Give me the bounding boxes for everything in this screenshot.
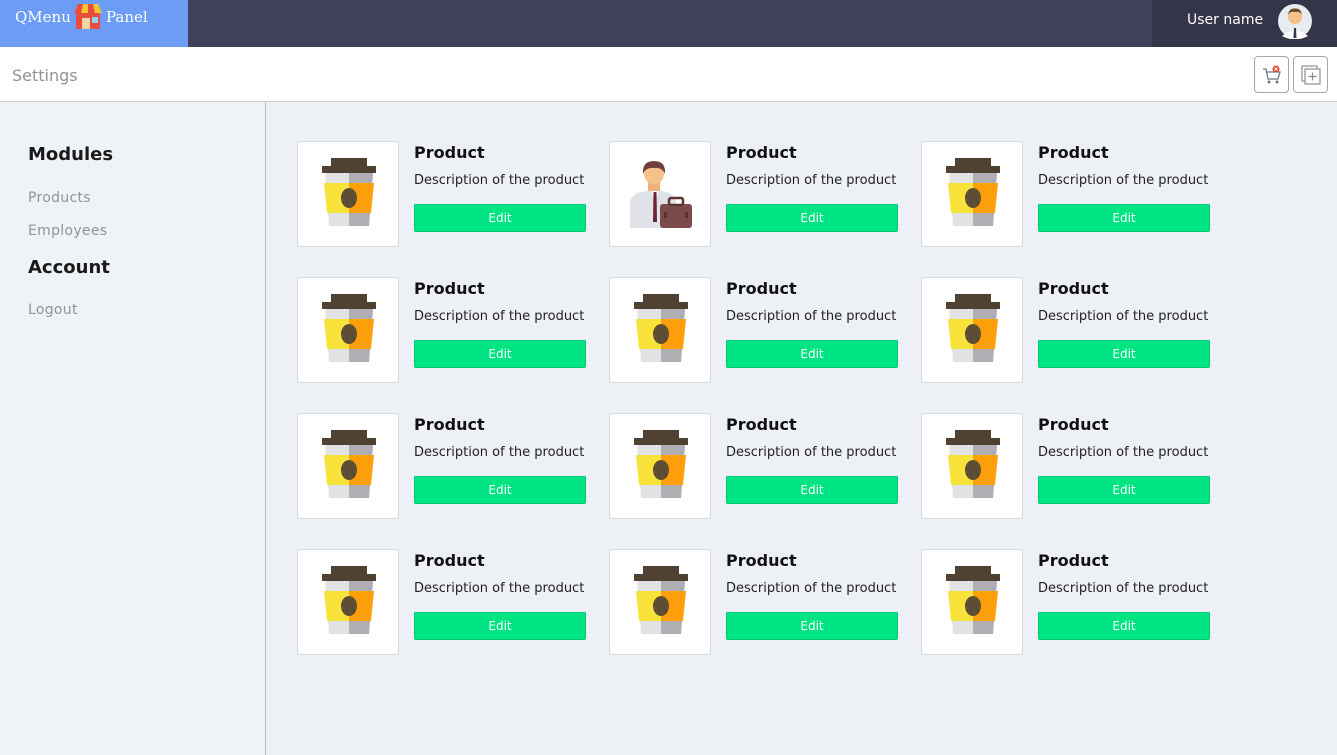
coffee-cup-icon	[322, 430, 376, 498]
product-title: Product	[414, 415, 485, 434]
product-image	[921, 413, 1023, 519]
product-title: Product	[726, 551, 797, 570]
sidebar: Modules Products Employees Account Logou…	[0, 102, 266, 755]
product-image	[921, 141, 1023, 247]
shop-icon	[73, 1, 103, 35]
brand-word-1: QMenu	[15, 8, 71, 26]
product-title: Product	[726, 415, 797, 434]
product-title: Product	[1038, 279, 1109, 298]
product-card: Product Description of the product Edit	[297, 141, 586, 247]
product-image	[609, 141, 711, 247]
edit-button[interactable]: Edit	[726, 340, 898, 368]
coffee-cup-icon	[946, 294, 1000, 362]
coffee-cup-icon	[322, 158, 376, 226]
user-name: User name	[1187, 12, 1264, 28]
sidebar-heading-account: Account	[28, 257, 110, 278]
product-card: Product Description of the product Edit	[921, 549, 1210, 655]
product-description: Description of the product	[726, 445, 897, 460]
product-image	[297, 549, 399, 655]
product-card: Product Description of the product Edit	[297, 549, 586, 655]
coffee-cup-icon	[322, 294, 376, 362]
page-title: Settings	[12, 66, 78, 85]
product-title: Product	[414, 143, 485, 162]
product-card: Product Description of the product Edit	[609, 141, 898, 247]
product-description: Description of the product	[726, 581, 897, 596]
cart-button[interactable]	[1254, 56, 1289, 93]
edit-button[interactable]: Edit	[414, 204, 586, 232]
product-title: Product	[1038, 143, 1109, 162]
add-button[interactable]	[1293, 56, 1328, 93]
coffee-cup-icon	[946, 158, 1000, 226]
user-menu[interactable]: User name	[1152, 0, 1337, 47]
product-title: Product	[726, 143, 797, 162]
product-image	[609, 413, 711, 519]
product-title: Product	[414, 551, 485, 570]
product-card: Product Description of the product Edit	[921, 141, 1210, 247]
cart-remove-icon	[1263, 65, 1281, 84]
product-grid: Product Description of the product Edit …	[297, 141, 1210, 655]
top-bar: QMenu Panel User name	[0, 0, 1337, 47]
brand-logo[interactable]: QMenu Panel	[0, 0, 188, 47]
product-title: Product	[1038, 551, 1109, 570]
product-image	[297, 277, 399, 383]
edit-button[interactable]: Edit	[414, 340, 586, 368]
product-description: Description of the product	[414, 309, 585, 324]
page-header: Settings	[0, 47, 1337, 102]
product-description: Description of the product	[414, 445, 585, 460]
product-image	[609, 549, 711, 655]
product-image	[297, 141, 399, 247]
coffee-cup-icon	[946, 566, 1000, 634]
product-card: Product Description of the product Edit	[297, 413, 586, 519]
coffee-cup-icon	[634, 430, 688, 498]
product-card: Product Description of the product Edit	[609, 277, 898, 383]
edit-button[interactable]: Edit	[414, 476, 586, 504]
product-card: Product Description of the product Edit	[921, 277, 1210, 383]
product-description: Description of the product	[1038, 309, 1209, 324]
product-title: Product	[414, 279, 485, 298]
edit-button[interactable]: Edit	[1038, 612, 1210, 640]
edit-button[interactable]: Edit	[726, 612, 898, 640]
product-description: Description of the product	[726, 173, 897, 188]
product-description: Description of the product	[1038, 173, 1209, 188]
edit-button[interactable]: Edit	[726, 476, 898, 504]
product-description: Description of the product	[726, 309, 897, 324]
coffee-cup-icon	[634, 566, 688, 634]
coffee-cup-icon	[634, 294, 688, 362]
product-image	[609, 277, 711, 383]
product-image	[297, 413, 399, 519]
product-description: Description of the product	[414, 581, 585, 596]
product-card: Product Description of the product Edit	[921, 413, 1210, 519]
product-title: Product	[726, 279, 797, 298]
edit-button[interactable]: Edit	[1038, 340, 1210, 368]
product-title: Product	[1038, 415, 1109, 434]
product-image	[921, 277, 1023, 383]
brand-word-2: Panel	[106, 8, 148, 26]
product-card: Product Description of the product Edit	[297, 277, 586, 383]
product-card: Product Description of the product Edit	[609, 549, 898, 655]
edit-button[interactable]: Edit	[1038, 204, 1210, 232]
coffee-cup-icon	[946, 430, 1000, 498]
sidebar-heading-modules: Modules	[28, 144, 114, 165]
product-description: Description of the product	[1038, 581, 1209, 596]
sidebar-item-logout[interactable]: Logout	[28, 302, 78, 318]
add-window-icon	[1301, 65, 1321, 85]
sidebar-item-products[interactable]: Products	[28, 190, 91, 206]
product-description: Description of the product	[1038, 445, 1209, 460]
sidebar-item-employees[interactable]: Employees	[28, 223, 107, 239]
coffee-cup-icon	[322, 566, 376, 634]
product-card: Product Description of the product Edit	[609, 413, 898, 519]
edit-button[interactable]: Edit	[726, 204, 898, 232]
product-description: Description of the product	[414, 173, 585, 188]
edit-button[interactable]: Edit	[414, 612, 586, 640]
businessman-icon	[630, 161, 692, 228]
avatar[interactable]	[1277, 3, 1313, 43]
product-image	[921, 549, 1023, 655]
edit-button[interactable]: Edit	[1038, 476, 1210, 504]
